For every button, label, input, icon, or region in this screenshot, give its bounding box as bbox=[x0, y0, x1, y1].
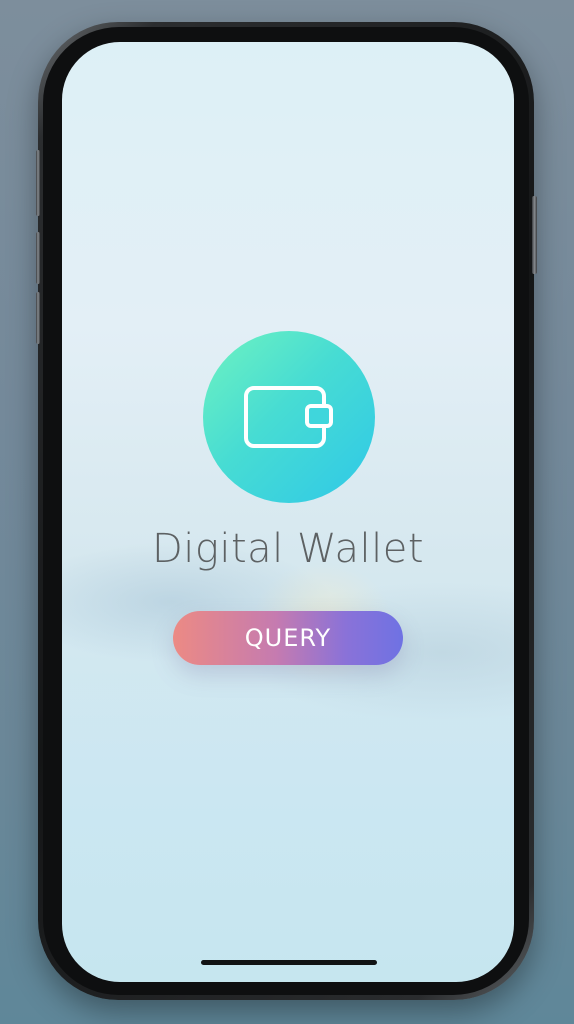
phone-power-button bbox=[532, 196, 537, 274]
app-logo bbox=[203, 331, 375, 503]
phone-action-button bbox=[36, 150, 40, 216]
app-title: Digital Wallet bbox=[151, 526, 425, 572]
home-indicator[interactable] bbox=[201, 960, 377, 965]
phone-volume-down-button bbox=[36, 292, 40, 344]
query-button[interactable]: QUERY bbox=[173, 611, 403, 665]
phone-volume-up-button bbox=[36, 232, 40, 284]
wallet-icon bbox=[244, 386, 333, 448]
app-screen: Digital Wallet QUERY bbox=[62, 42, 514, 982]
